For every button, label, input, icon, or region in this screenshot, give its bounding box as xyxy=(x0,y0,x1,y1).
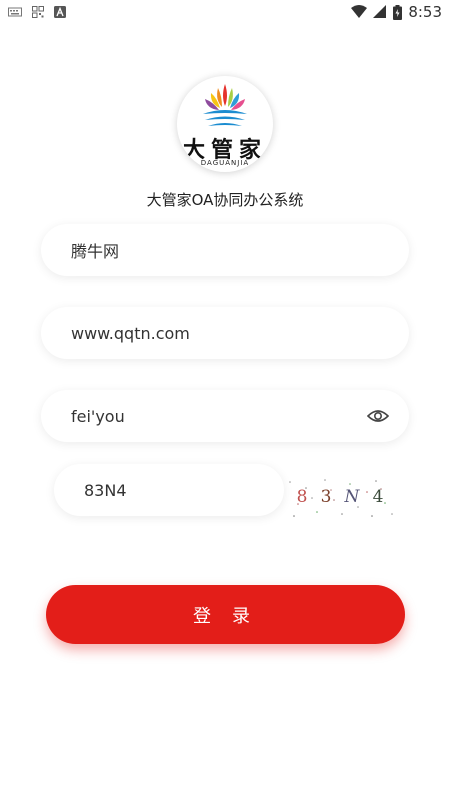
company-field[interactable]: 腾牛网 xyxy=(41,224,409,276)
app-logo: 大管家 DAGUANJIA xyxy=(177,76,273,172)
qr-scan-icon xyxy=(32,6,44,18)
battery-icon xyxy=(393,4,403,20)
wifi-icon xyxy=(351,5,368,18)
lotus-logo-icon xyxy=(203,84,247,126)
company-field-value: 腾牛网 xyxy=(71,242,120,261)
login-button[interactable]: 登 录 xyxy=(46,585,405,644)
password-value: fei'you xyxy=(71,406,125,426)
password-field[interactable]: fei'you xyxy=(41,390,409,442)
keyboard-icon xyxy=(8,7,22,17)
server-address-value: www.qqtn.com xyxy=(71,323,190,343)
captcha-input-value: 83N4 xyxy=(84,480,127,500)
app-notification-icon xyxy=(54,6,66,18)
status-time: 8:53 xyxy=(408,3,442,21)
status-left xyxy=(8,6,66,18)
captcha-image[interactable]: 8 3 N 4 xyxy=(284,474,396,520)
captcha-field[interactable]: 83N4 xyxy=(54,464,284,516)
app-title: 大管家OA协同办公系统 xyxy=(146,191,304,209)
status-bar: 8:53 xyxy=(0,0,450,24)
logo-brand-sub: DAGUANJIA xyxy=(200,159,250,167)
show-password-eye-icon[interactable] xyxy=(367,406,389,426)
captcha-noise xyxy=(289,479,393,517)
server-address-field[interactable]: www.qqtn.com xyxy=(41,307,409,359)
status-right: 8:53 xyxy=(351,3,442,21)
signal-icon xyxy=(373,5,387,18)
